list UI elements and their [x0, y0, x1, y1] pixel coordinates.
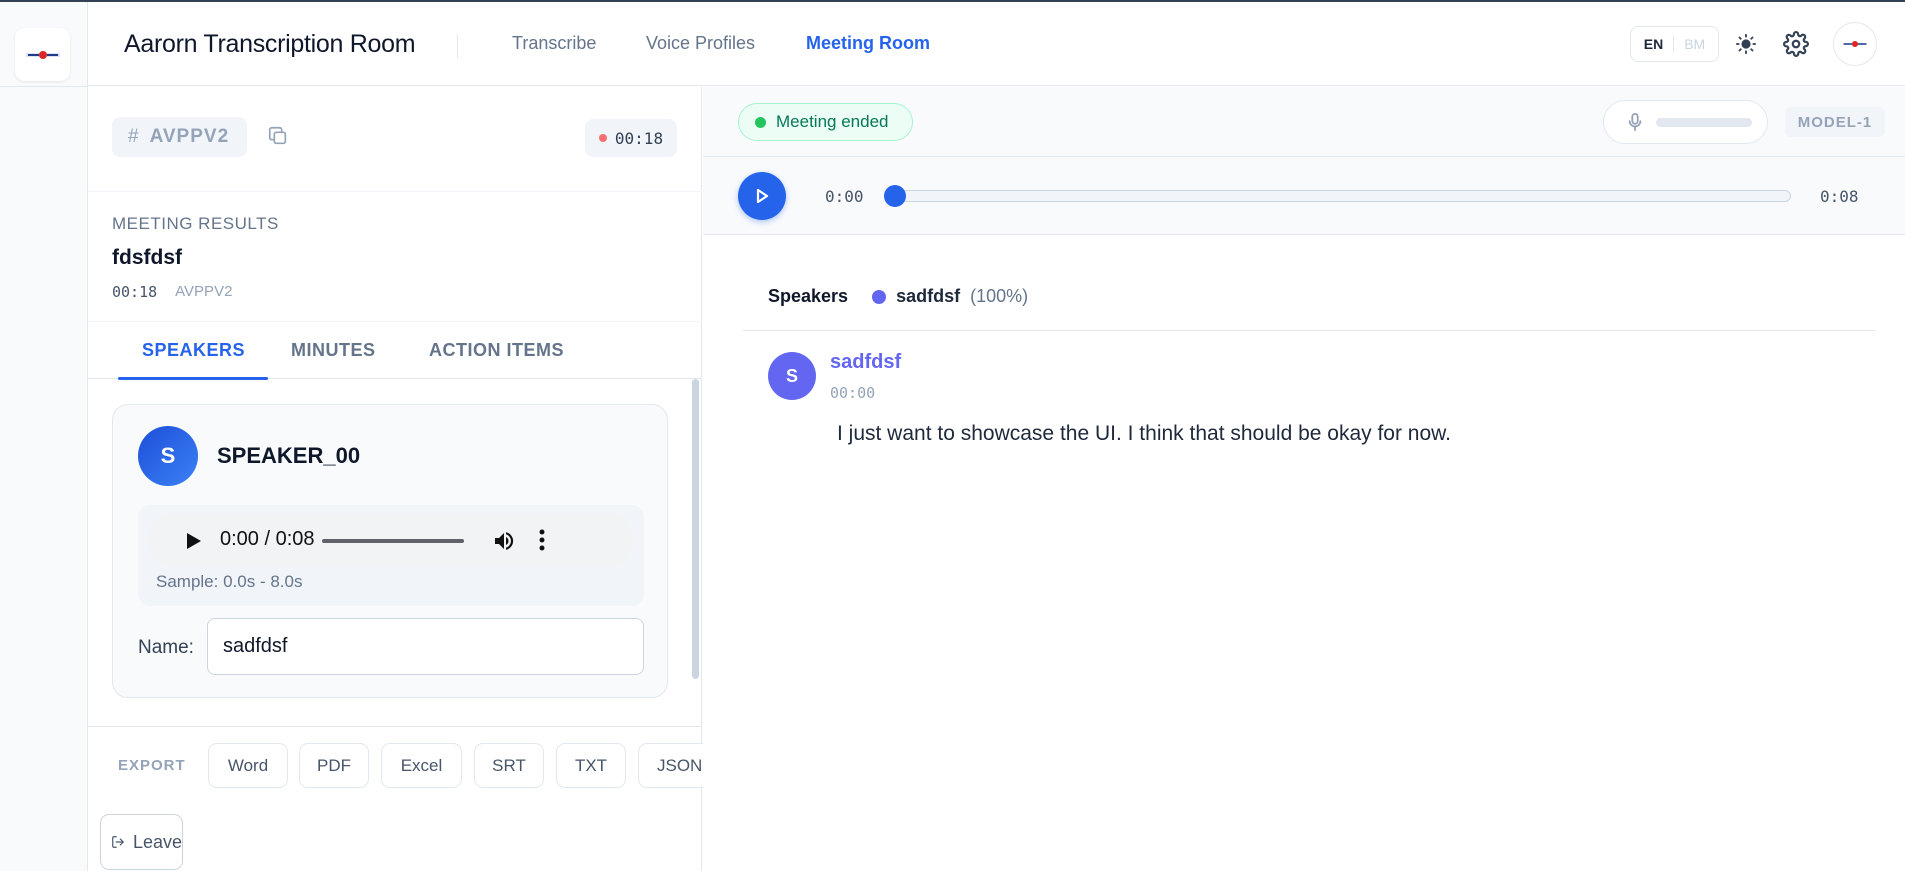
rail-divider	[0, 86, 88, 87]
meeting-timer: 00:18	[585, 119, 677, 157]
legend-speaker-pct: (100%)	[970, 286, 1029, 306]
audio-time: 0:00 / 0:08	[220, 528, 315, 550]
export-txt-button[interactable]: TXT	[556, 743, 626, 788]
speaker-color-dot	[872, 289, 887, 304]
legend-speaker-name: sadfdsf	[896, 286, 961, 306]
playback-seek-bar[interactable]	[884, 185, 1791, 207]
avatar-logo-icon	[1843, 40, 1867, 48]
results-tabs: SPEAKERS MINUTES ACTION ITEMS	[88, 321, 702, 380]
theme-toggle-sun-icon[interactable]	[1731, 29, 1761, 59]
transcript-timestamp[interactable]: 00:00	[830, 384, 875, 402]
mic-level-bar	[1656, 117, 1752, 127]
nav-meeting-room[interactable]: Meeting Room	[806, 33, 930, 54]
status-bar: Meeting ended MODEL-1	[703, 87, 1905, 157]
volume-icon[interactable]	[492, 529, 516, 558]
seek-thumb[interactable]	[884, 185, 906, 207]
transcript-speaker-name[interactable]: sadfdsf	[830, 351, 901, 374]
app-logo[interactable]	[15, 28, 70, 81]
export-word-button[interactable]: Word	[208, 743, 288, 788]
logo-icon	[25, 50, 60, 59]
nav-voice-profiles[interactable]: Voice Profiles	[646, 33, 755, 54]
timer-text: 00:18	[614, 128, 664, 148]
export-json-button[interactable]: JSON	[638, 743, 708, 788]
divider	[88, 191, 702, 192]
leave-button[interactable]: Leave	[100, 814, 183, 870]
status-dot-icon	[755, 116, 766, 128]
play-icon	[756, 188, 769, 204]
leave-label: Leave	[132, 831, 182, 852]
results-code: AVPPV2	[175, 283, 233, 300]
export-label: EXPORT	[118, 757, 186, 774]
transcript-avatar: S	[768, 352, 816, 400]
model-badge: MODEL-1	[1785, 107, 1885, 137]
more-options-icon[interactable]	[539, 529, 545, 556]
speakers-legend: Speakers sadfdsf (100%)	[768, 286, 1028, 307]
export-bar: EXPORT Word PDF Excel SRT TXT JSON	[88, 726, 708, 788]
copy-icon[interactable]	[267, 125, 289, 152]
audio-sample-box: 0:00 / 0:08 Sample: 0.0s - 8.0s	[138, 505, 644, 606]
play-button[interactable]	[738, 172, 786, 220]
results-duration: 00:18	[112, 283, 158, 301]
playback-bar: 0:00 0:08	[703, 157, 1905, 235]
status-text: Meeting ended	[776, 112, 889, 131]
user-avatar[interactable]	[1833, 22, 1877, 66]
room-code: # AVPPV2	[112, 117, 247, 157]
speakers-label: Speakers	[768, 286, 849, 306]
tab-minutes[interactable]: MINUTES	[291, 340, 376, 361]
playback-total-time: 0:08	[1820, 187, 1859, 206]
results-label: MEETING RESULTS	[112, 214, 279, 233]
speaker-id: SPEAKER_00	[217, 443, 361, 468]
playback-current-time: 0:00	[825, 187, 864, 206]
language-toggle[interactable]: EN BM	[1630, 26, 1719, 62]
active-tab-indicator	[118, 377, 268, 380]
transcript-panel: Meeting ended MODEL-1 0:00 0:08 Speakers…	[703, 87, 1905, 871]
lang-bm[interactable]: BM	[1684, 36, 1705, 52]
audio-player[interactable]: 0:00 / 0:08	[148, 513, 634, 567]
top-header: Aarorn Transcription Room Transcribe Voi…	[88, 2, 1905, 86]
nav-transcribe[interactable]: Transcribe	[512, 33, 596, 54]
microphone-icon	[1628, 113, 1642, 131]
settings-gear-icon[interactable]	[1781, 29, 1811, 59]
meeting-sidebar: # AVPPV2 00:18 MEETING RESULTS fdsfdsf 0…	[88, 87, 708, 871]
transcript-text: I just want to showcase the UI. I think …	[837, 422, 1452, 445]
sample-range: Sample: 0.0s - 8.0s	[156, 572, 303, 591]
divider	[743, 330, 1876, 331]
app-title: Aarorn Transcription Room	[124, 30, 416, 58]
hash-icon: #	[128, 126, 140, 147]
exit-icon	[112, 836, 125, 848]
meeting-title: fdsfdsf	[112, 246, 182, 269]
name-label: Name:	[138, 637, 194, 658]
speaker-name-input[interactable]	[207, 618, 644, 675]
lang-en[interactable]: EN	[1644, 36, 1663, 52]
tab-speakers[interactable]: SPEAKERS	[142, 340, 245, 361]
room-code-text: AVPPV2	[149, 126, 230, 147]
export-pdf-button[interactable]: PDF	[299, 743, 369, 788]
microphone-level	[1603, 100, 1768, 144]
scrollbar-thumb[interactable]	[692, 379, 699, 679]
lang-divider	[1673, 36, 1675, 52]
recording-dot-icon	[598, 134, 607, 142]
header-divider	[457, 34, 458, 58]
export-srt-button[interactable]: SRT	[474, 743, 544, 788]
export-excel-button[interactable]: Excel	[381, 743, 462, 788]
speaker-card: S SPEAKER_00 0:00 / 0:08 Sample: 0.0s - …	[112, 404, 668, 698]
speaker-avatar: S	[138, 426, 198, 486]
results-meta: 00:18 AVPPV2	[112, 283, 232, 301]
meeting-status-badge: Meeting ended	[738, 103, 913, 141]
audio-play-icon[interactable]	[186, 532, 202, 555]
tab-action-items[interactable]: ACTION ITEMS	[429, 340, 564, 361]
left-rail	[0, 2, 88, 871]
audio-progress-track[interactable]	[322, 539, 464, 543]
scrollbar[interactable]	[692, 379, 700, 679]
